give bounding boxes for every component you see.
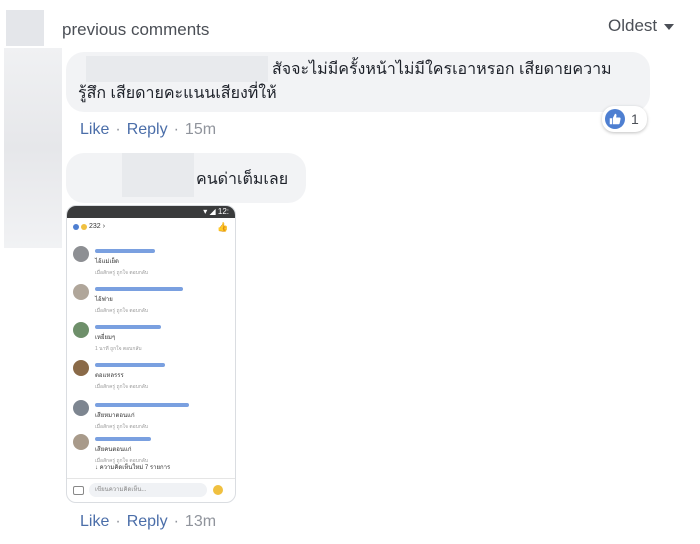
reply-link[interactable]: Reply bbox=[127, 121, 168, 139]
comment-time-2[interactable]: 13m bbox=[185, 513, 216, 531]
phone-comment-meta: เมื่อสักครู่ ถูกใจ ตอบกลับ bbox=[95, 308, 149, 314]
phone-avatar bbox=[73, 434, 89, 450]
comment-actions-1: Like · Reply · 15m bbox=[80, 121, 216, 139]
phone-name-bar bbox=[95, 249, 155, 253]
phone-reaction-row: 232 › bbox=[73, 223, 105, 230]
phone-comment-row: เหยี่ยมๆ 1 นาที ถูกใจ ตอบกลับ bbox=[73, 322, 161, 353]
blurred-avatar-column bbox=[4, 48, 62, 248]
comment-time-1[interactable]: 15m bbox=[185, 121, 216, 139]
phone-comment-meta: เมื่อสักครู่ ถูกใจ ตอบกลับ bbox=[95, 270, 149, 276]
sort-dropdown[interactable]: Oldest bbox=[608, 16, 675, 36]
like-reaction-icon bbox=[605, 109, 625, 129]
phone-comment-text: ตอแหลรรร bbox=[95, 373, 124, 379]
comment-text-2: คนด่าเต็มเลย bbox=[196, 171, 289, 188]
phone-avatar bbox=[73, 246, 89, 262]
phone-sticker-icon bbox=[213, 485, 223, 495]
phone-comment-meta: เมื่อสักครู่ ถูกใจ ตอบกลับ bbox=[95, 384, 149, 390]
phone-comment-row: ไอ้ฟายเมื่อสักครู่ ถูกใจ ตอบกลับ bbox=[73, 284, 183, 315]
reaction-summary-1[interactable]: 1 bbox=[602, 106, 647, 132]
phone-name-bar bbox=[95, 287, 183, 291]
like-link[interactable]: Like bbox=[80, 121, 109, 139]
separator-dot: · bbox=[115, 121, 121, 138]
phone-camera-icon bbox=[73, 486, 84, 495]
chevron-down-icon bbox=[664, 24, 675, 30]
phone-input-bar: เขียนความคิดเห็น... bbox=[67, 478, 235, 502]
like-link[interactable]: Like bbox=[80, 513, 109, 531]
phone-status-bar: ▾ ◢ 12: bbox=[67, 206, 235, 218]
phone-thumb-icon: 👍 bbox=[217, 222, 229, 232]
phone-avatar bbox=[73, 360, 89, 376]
phone-avatar bbox=[73, 400, 89, 416]
comment-text-1-line2: รู้สึก เสียดายคะแนนเสียงที่ให้ bbox=[78, 85, 277, 102]
blurred-avatar-top bbox=[6, 10, 44, 46]
view-previous-comments-link[interactable]: previous comments bbox=[62, 20, 209, 40]
phone-name-bar bbox=[95, 325, 161, 329]
blurred-commenter-name-1 bbox=[86, 56, 268, 82]
phone-comment-text: เสียคนตอนแก่ bbox=[95, 447, 132, 453]
phone-avatar bbox=[73, 322, 89, 338]
comment-actions-2: Like · Reply · 13m bbox=[80, 513, 216, 531]
phone-name-bar bbox=[95, 403, 189, 407]
phone-comment-row: เสียคนตอนแก่ เมื่อสักครู่ ถูกใจ ตอบกลับ bbox=[73, 434, 151, 465]
attached-screenshot-image[interactable]: ▾ ◢ 12: 232 › 👍 ไอ้แม่เย็ดเมื่อสักครู่ ถ… bbox=[66, 205, 236, 503]
phone-comment-row: ตอแหลรรรเมื่อสักครู่ ถูกใจ ตอบกลับ bbox=[73, 360, 165, 391]
phone-comment-row: ไอ้แม่เย็ดเมื่อสักครู่ ถูกใจ ตอบกลับ bbox=[73, 246, 155, 277]
phone-comment-input: เขียนความคิดเห็น... bbox=[89, 483, 207, 497]
phone-comment-meta: 1 นาที ถูกใจ ตอบกลับ bbox=[95, 346, 142, 352]
phone-comment-meta: เมื่อสักครู่ ถูกใจ ตอบกลับ bbox=[95, 424, 149, 430]
reaction-count-1: 1 bbox=[631, 111, 639, 127]
phone-more-replies: ↓ ความคิดเห็นใหม่ 7 รายการ bbox=[95, 465, 171, 471]
sort-label: Oldest bbox=[608, 16, 658, 35]
separator-dot: · bbox=[173, 513, 179, 530]
phone-chevron-right-icon: › bbox=[102, 223, 106, 230]
phone-comment-text: ไอ้แม่เย็ด bbox=[95, 259, 119, 265]
separator-dot: · bbox=[115, 513, 121, 530]
phone-comment-row: เสียหมาตอนแก่เมื่อสักครู่ ถูกใจ ตอบกลับ bbox=[73, 400, 189, 431]
reply-link[interactable]: Reply bbox=[127, 513, 168, 531]
phone-reaction-count: 232 bbox=[89, 223, 101, 230]
phone-comment-text: เหยี่ยมๆ bbox=[95, 335, 116, 341]
blurred-commenter-name-2 bbox=[122, 153, 194, 197]
separator-dot: · bbox=[173, 121, 179, 138]
phone-like-icon bbox=[73, 223, 79, 230]
phone-haha-icon bbox=[81, 223, 87, 230]
phone-name-bar bbox=[95, 363, 165, 367]
comment-text-1-line1: สัจจะไม่มีครั้งหน้าไม่มีใครเอาหรอก เสียด… bbox=[272, 61, 612, 78]
phone-comment-text: เสียหมาตอนแก่ bbox=[95, 413, 135, 419]
phone-name-bar bbox=[95, 437, 151, 441]
phone-comment-text: ไอ้ฟาย bbox=[95, 297, 113, 303]
phone-avatar bbox=[73, 284, 89, 300]
